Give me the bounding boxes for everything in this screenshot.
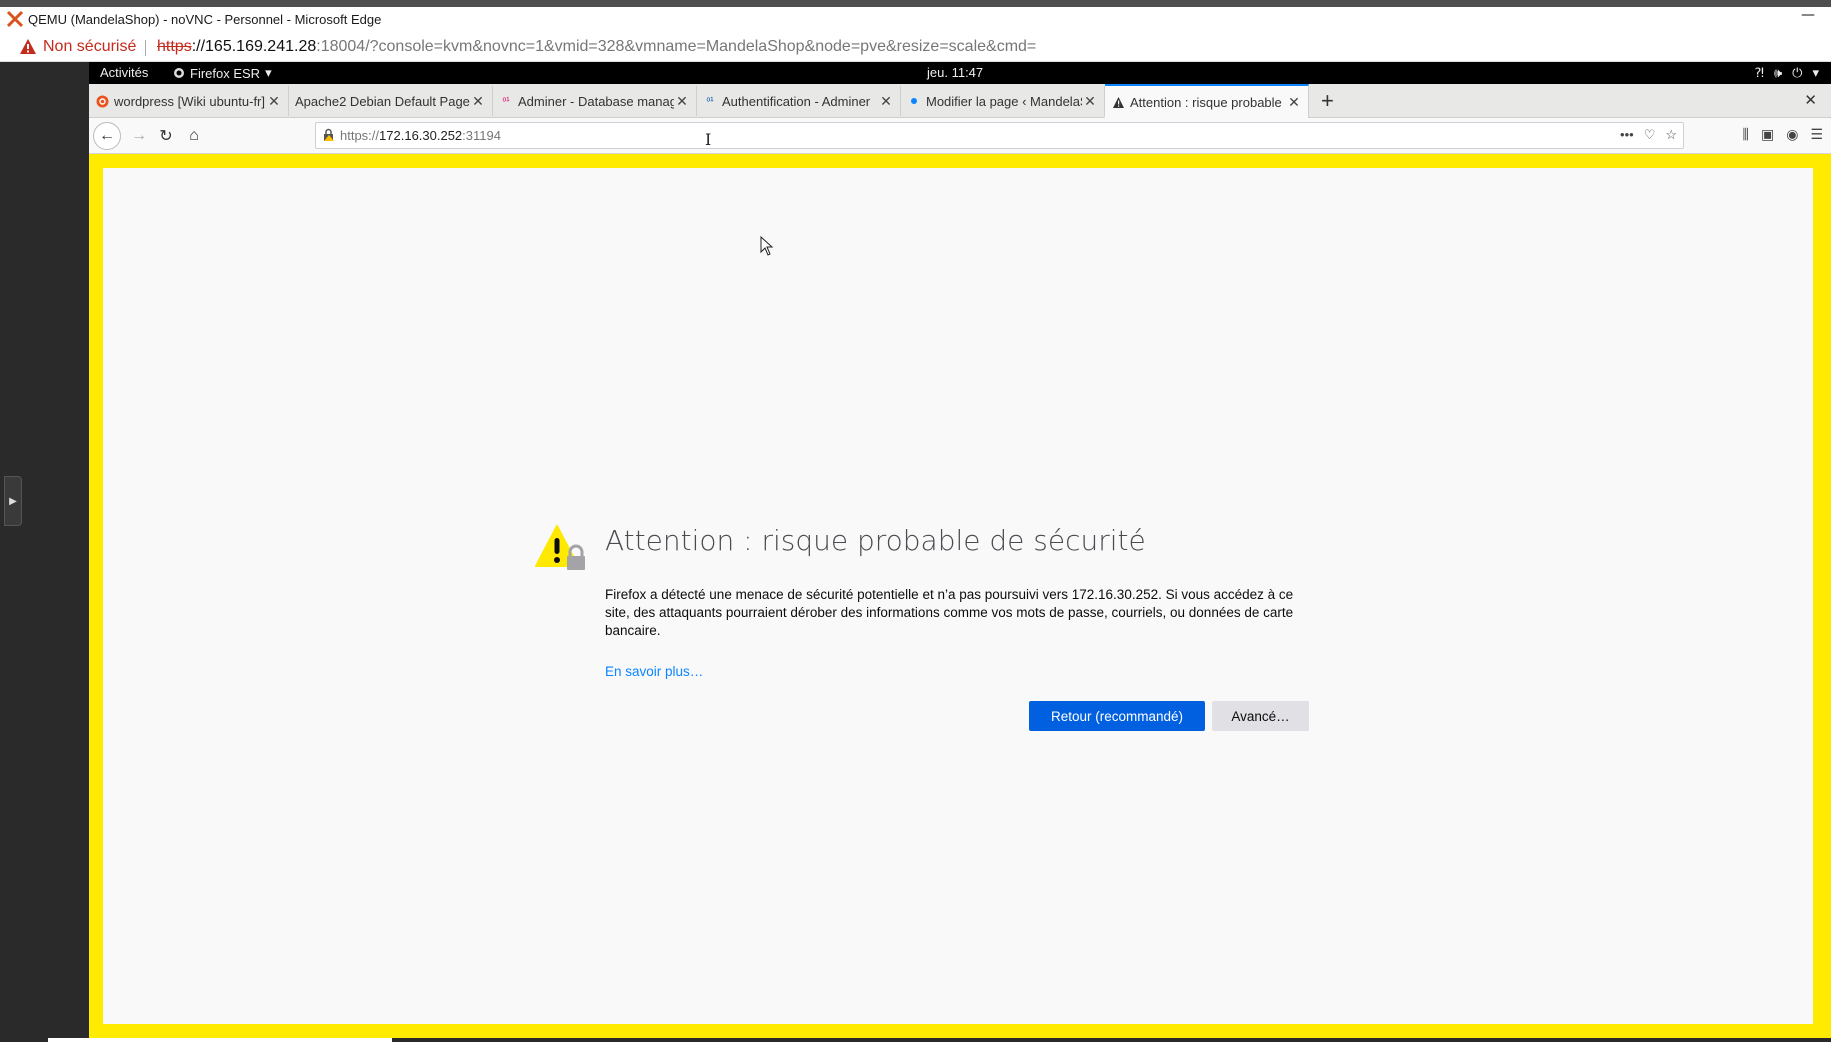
- insecure-lock-icon[interactable]: [322, 128, 335, 147]
- tab[interactable]: Apache2 Debian Default Page ✕: [289, 86, 493, 116]
- app-name: Firefox ESR: [190, 65, 261, 81]
- close-icon[interactable]: ✕: [1286, 94, 1302, 111]
- chevron-down-icon: ▾: [265, 65, 272, 80]
- forward-button[interactable]: →: [127, 124, 151, 148]
- clock[interactable]: jeu. 11:47: [927, 65, 983, 80]
- url-host: ://165.169.241.28: [191, 38, 317, 55]
- url-rest: :18004/?console=kvm&novnc=1&vmid=328&vmn…: [316, 38, 1037, 55]
- not-secure-label[interactable]: Non sécurisé: [43, 38, 136, 56]
- novnc-sidebar-handle[interactable]: ▶: [4, 476, 22, 526]
- warning-icon: [1111, 95, 1125, 109]
- mouse-cursor-icon: [760, 236, 774, 256]
- close-icon[interactable]: ✕: [470, 93, 486, 110]
- back-button[interactable]: ←: [93, 122, 121, 150]
- more-icon[interactable]: •••: [1620, 127, 1634, 143]
- app-menu[interactable]: Firefox ESR ▾: [173, 65, 272, 81]
- url-bar[interactable]: https://172.16.30.252:31194 ••• ♡ ☆: [315, 122, 1684, 149]
- tab-title: Authentification - Adminer: [722, 93, 871, 109]
- tab[interactable]: ᵒ¹ Authentification - Adminer ✕: [697, 86, 901, 116]
- power-icon: ⏻: [1792, 65, 1803, 80]
- url-text: https://172.16.30.252:31194: [340, 128, 501, 143]
- minimize-button[interactable]: —: [1801, 7, 1815, 23]
- nav-bar: ← → ↻ ⌂ https://172.16.30.252:31194 ••• …: [89, 118, 1831, 154]
- tab[interactable]: Modifier la page ‹ MandelaShop ✕: [901, 86, 1105, 116]
- tab-title: Adminer - Database management: [518, 93, 674, 109]
- warning-icon[interactable]: [19, 38, 37, 56]
- menu-icon[interactable]: ☰: [1810, 126, 1823, 143]
- url-scheme: https: [157, 38, 192, 55]
- volume-icon: 🕪: [1773, 65, 1783, 80]
- close-window-icon[interactable]: ✕: [1804, 91, 1817, 109]
- error-description: Firefox a détecté une menace de sécurité…: [605, 587, 1294, 638]
- advanced-button[interactable]: Avancé…: [1212, 701, 1309, 731]
- tab-title: Modifier la page ‹ MandelaShop: [926, 93, 1082, 109]
- toolbar-right: ⫼ ▣ ◉ ☰: [1743, 126, 1823, 143]
- tab-title: Apache2 Debian Default Page: [295, 93, 470, 109]
- sidebar-icon[interactable]: ▣: [1761, 126, 1774, 143]
- tab-active[interactable]: Attention : risque probable de sécurité …: [1105, 84, 1309, 118]
- new-tab-button[interactable]: +: [1321, 88, 1334, 114]
- edge-title-bar: QEMU (MandelaShop) - noVNC - Personnel -…: [0, 0, 1831, 37]
- ubuntu-icon: [95, 94, 109, 108]
- tab[interactable]: ᵒ¹ Adminer - Database management ✕: [493, 86, 697, 116]
- tab-strip: wordpress [Wiki ubuntu-fr] ✕ Apache2 Deb…: [89, 84, 1831, 118]
- tab[interactable]: wordpress [Wiki ubuntu-fr] ✕: [89, 86, 289, 116]
- adminer-icon: ᵒ¹: [502, 95, 510, 107]
- url-port: :31194: [462, 128, 501, 143]
- firefox-icon: [174, 68, 184, 78]
- url-scheme: https://: [340, 128, 380, 143]
- pocket-icon[interactable]: ♡: [1644, 127, 1656, 143]
- network-icon: ⁈: [1754, 65, 1764, 80]
- close-icon[interactable]: ✕: [878, 93, 894, 110]
- edge-address-bar: Non sécurisé https://165.169.241.28:1800…: [0, 37, 1831, 62]
- close-icon[interactable]: ✕: [1082, 93, 1098, 110]
- library-icon[interactable]: ⫼: [1743, 126, 1749, 143]
- chevron-down-icon: ▾: [1812, 65, 1819, 80]
- text-cursor-icon: I: [705, 130, 712, 149]
- learn-more-link[interactable]: En savoir plus…: [605, 664, 703, 679]
- adminer-icon: ᵒ¹: [706, 95, 714, 107]
- url-host: 172.16.30.252: [379, 128, 463, 143]
- edge-url[interactable]: https://165.169.241.28:18004/?console=kv…: [157, 38, 1036, 56]
- warning-lock-icon: [535, 525, 585, 570]
- qemu-logo-icon: [6, 10, 24, 28]
- divider: [145, 40, 146, 56]
- system-tray[interactable]: ⁈ 🕪 ⏻ ▾: [1754, 65, 1819, 81]
- page-actions: ••• ♡ ☆: [1620, 127, 1677, 143]
- window-title: QEMU (MandelaShop) - noVNC - Personnel -…: [28, 12, 382, 27]
- tab-title: wordpress [Wiki ubuntu-fr]: [114, 93, 265, 109]
- vnc-bottom-bar: [48, 1038, 392, 1042]
- account-icon[interactable]: ◉: [1786, 126, 1798, 143]
- gnome-top-bar: Activités Firefox ESR ▾ jeu. 11:47 ⁈ 🕪 ⏻…: [89, 62, 1831, 84]
- activities-button[interactable]: Activités: [100, 65, 148, 80]
- reload-button[interactable]: ↻: [154, 124, 178, 148]
- dot-icon: [907, 94, 921, 108]
- home-icon[interactable]: ⌂: [182, 124, 206, 148]
- back-recommended-button[interactable]: Retour (recommandé): [1029, 701, 1205, 731]
- close-icon[interactable]: ✕: [674, 93, 690, 110]
- tab-title: Attention : risque probable de sécurité: [1130, 94, 1286, 110]
- page-title: Attention : risque probable de sécurité: [605, 524, 1146, 557]
- star-icon[interactable]: ☆: [1665, 127, 1677, 143]
- close-icon[interactable]: ✕: [266, 93, 282, 110]
